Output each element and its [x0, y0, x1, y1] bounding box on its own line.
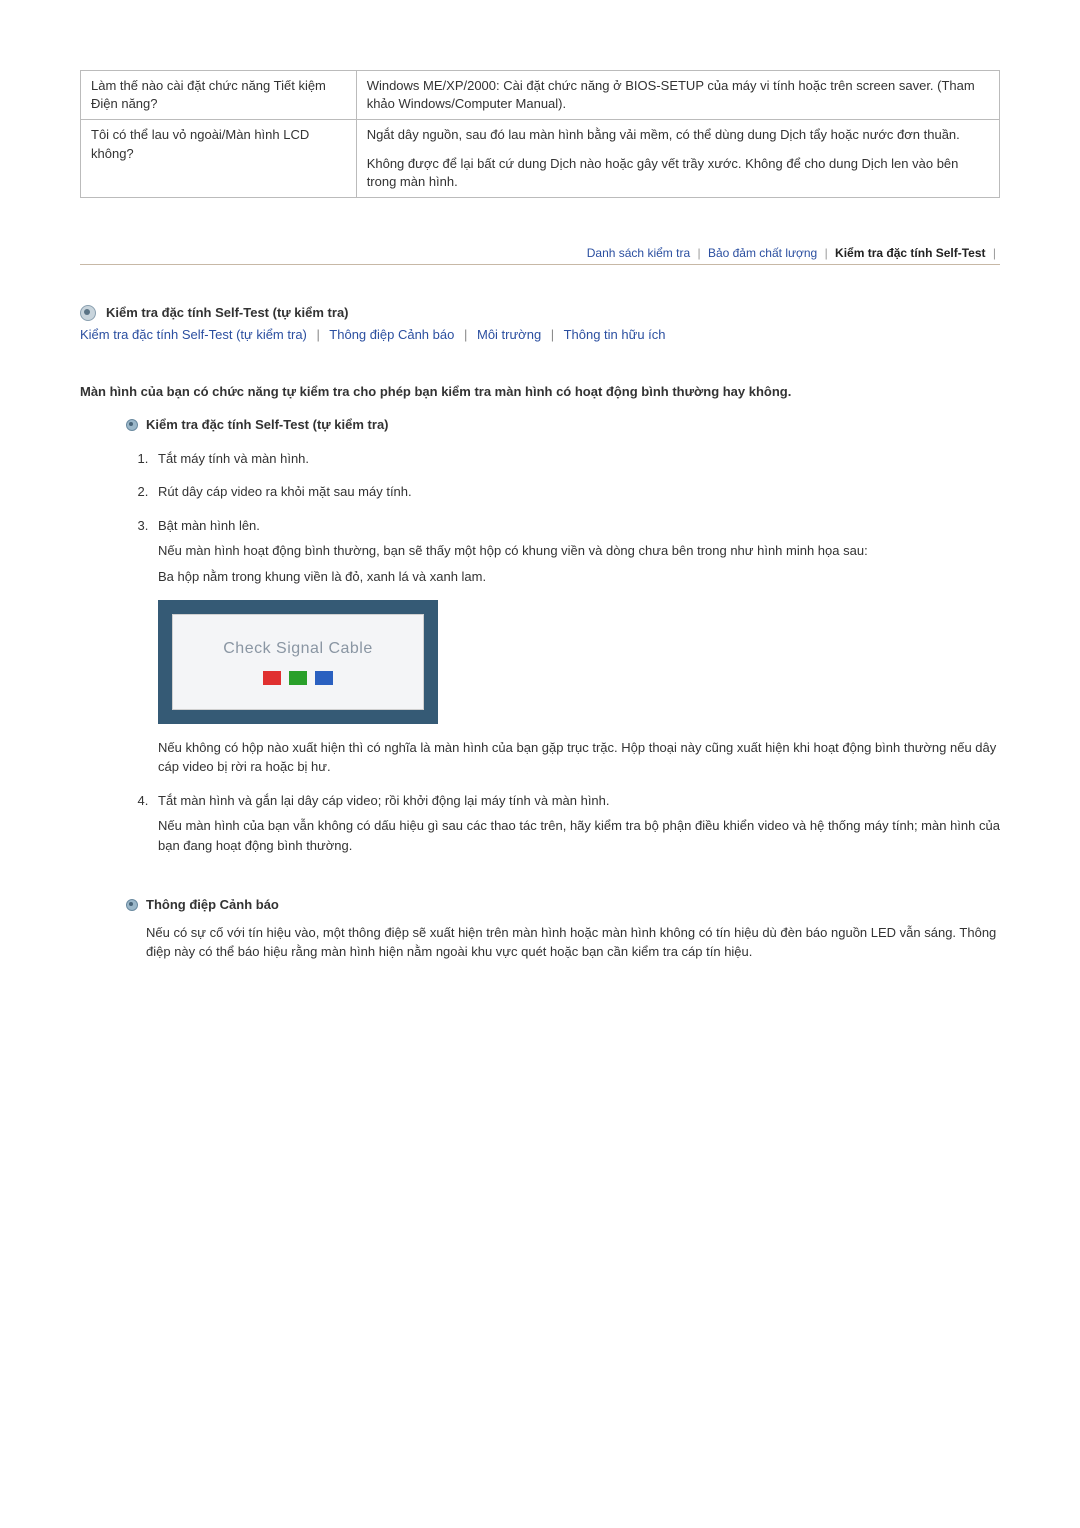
- separator: |: [464, 327, 467, 342]
- faq-question: Tôi có thể lau vỏ ngoài/Màn hình LCD khô…: [81, 120, 357, 198]
- separator: |: [993, 246, 996, 260]
- warning-subheading: Thông điệp Cảnh báo: [126, 895, 1000, 915]
- section-heading: Kiểm tra đặc tính Self-Test (tự kiểm tra…: [80, 305, 1000, 321]
- page-container: Làm thế nào cài đặt chức năng Tiết kiệm …: [0, 0, 1080, 962]
- table-row: Tôi có thể lau vỏ ngoài/Màn hình LCD khô…: [81, 120, 1000, 198]
- faq-answer-text: Windows ME/XP/2000: Cài đặt chức năng ở …: [367, 77, 989, 113]
- step-detail: Nếu màn hình của bạn vẫn không có dấu hi…: [158, 816, 1000, 855]
- selftest-steps: Tắt máy tính và màn hình. Rút dây cáp vi…: [152, 449, 1000, 856]
- step-text: Bật màn hình lên.: [158, 518, 260, 533]
- signal-inner-box: Check Signal Cable: [172, 614, 424, 710]
- subnav-useful[interactable]: Thông tin hữu ích: [564, 327, 666, 342]
- bullet-icon: [80, 305, 96, 321]
- list-item: Bật màn hình lên. Nếu màn hình hoạt động…: [152, 516, 1000, 777]
- intro-text: Màn hình của bạn có chức năng tự kiểm tr…: [80, 382, 1000, 402]
- step-text: Tắt màn hình và gắn lại dây cáp video; r…: [158, 793, 610, 808]
- step-detail: Ba hộp nằm trong khung viền là đỏ, xanh …: [158, 567, 1000, 587]
- red-square-icon: [263, 671, 281, 685]
- step-detail: Nếu không có hộp nào xuất hiện thì có ng…: [158, 738, 1000, 777]
- green-square-icon: [289, 671, 307, 685]
- faq-answer: Windows ME/XP/2000: Cài đặt chức năng ở …: [356, 71, 999, 120]
- step-detail: Nếu màn hình hoạt động bình thường, bạn …: [158, 541, 1000, 561]
- sub-nav: Kiểm tra đặc tính Self-Test (tự kiểm tra…: [80, 327, 1000, 342]
- warning-heading-text: Thông điệp Cảnh báo: [146, 895, 279, 915]
- list-item: Tắt màn hình và gắn lại dây cáp video; r…: [152, 791, 1000, 856]
- step-text: Rút dây cáp video ra khỏi mặt sau máy tí…: [158, 484, 412, 499]
- tab-quality[interactable]: Bảo đảm chất lượng: [708, 246, 817, 260]
- faq-table: Làm thế nào cài đặt chức năng Tiết kiệm …: [80, 70, 1000, 198]
- faq-question: Làm thế nào cài đặt chức năng Tiết kiệm …: [81, 71, 357, 120]
- signal-cable-illustration: Check Signal Cable: [158, 600, 438, 724]
- separator: |: [825, 246, 828, 260]
- bullet-icon: [126, 899, 138, 911]
- table-row: Làm thế nào cài đặt chức năng Tiết kiệm …: [81, 71, 1000, 120]
- subnav-environment[interactable]: Môi trường: [477, 327, 541, 342]
- tab-checklist[interactable]: Danh sách kiểm tra: [587, 246, 690, 260]
- step-text: Tắt máy tính và màn hình.: [158, 451, 309, 466]
- section-title: Kiểm tra đặc tính Self-Test (tự kiểm tra…: [106, 305, 349, 320]
- selftest-subheading: Kiểm tra đặc tính Self-Test (tự kiểm tra…: [126, 415, 1000, 435]
- faq-answer-text: Ngắt dây nguồn, sau đó lau màn hình bằng…: [367, 126, 989, 144]
- bullet-icon: [126, 419, 138, 431]
- list-item: Rút dây cáp video ra khỏi mặt sau máy tí…: [152, 482, 1000, 502]
- separator: |: [697, 246, 700, 260]
- color-squares: [173, 671, 423, 691]
- content-area: Màn hình của bạn có chức năng tự kiểm tr…: [80, 382, 1000, 962]
- faq-answer: Ngắt dây nguồn, sau đó lau màn hình bằng…: [356, 120, 999, 198]
- subnav-warning[interactable]: Thông điệp Cảnh báo: [329, 327, 454, 342]
- separator: |: [317, 327, 320, 342]
- tab-nav: Danh sách kiểm tra | Bảo đảm chất lượng …: [80, 246, 1000, 265]
- warning-body: Nếu có sự cố với tín hiệu vào, một thông…: [146, 923, 1000, 962]
- subnav-selftest[interactable]: Kiểm tra đặc tính Self-Test (tự kiểm tra…: [80, 327, 307, 342]
- separator: |: [551, 327, 554, 342]
- faq-answer-text: Không được để lại bất cứ dung Dịch nào h…: [367, 155, 989, 191]
- signal-label: Check Signal Cable: [173, 637, 423, 661]
- tab-selftest[interactable]: Kiểm tra đặc tính Self-Test: [835, 246, 985, 260]
- selftest-heading-text: Kiểm tra đặc tính Self-Test (tự kiểm tra…: [146, 415, 389, 435]
- blue-square-icon: [315, 671, 333, 685]
- list-item: Tắt máy tính và màn hình.: [152, 449, 1000, 469]
